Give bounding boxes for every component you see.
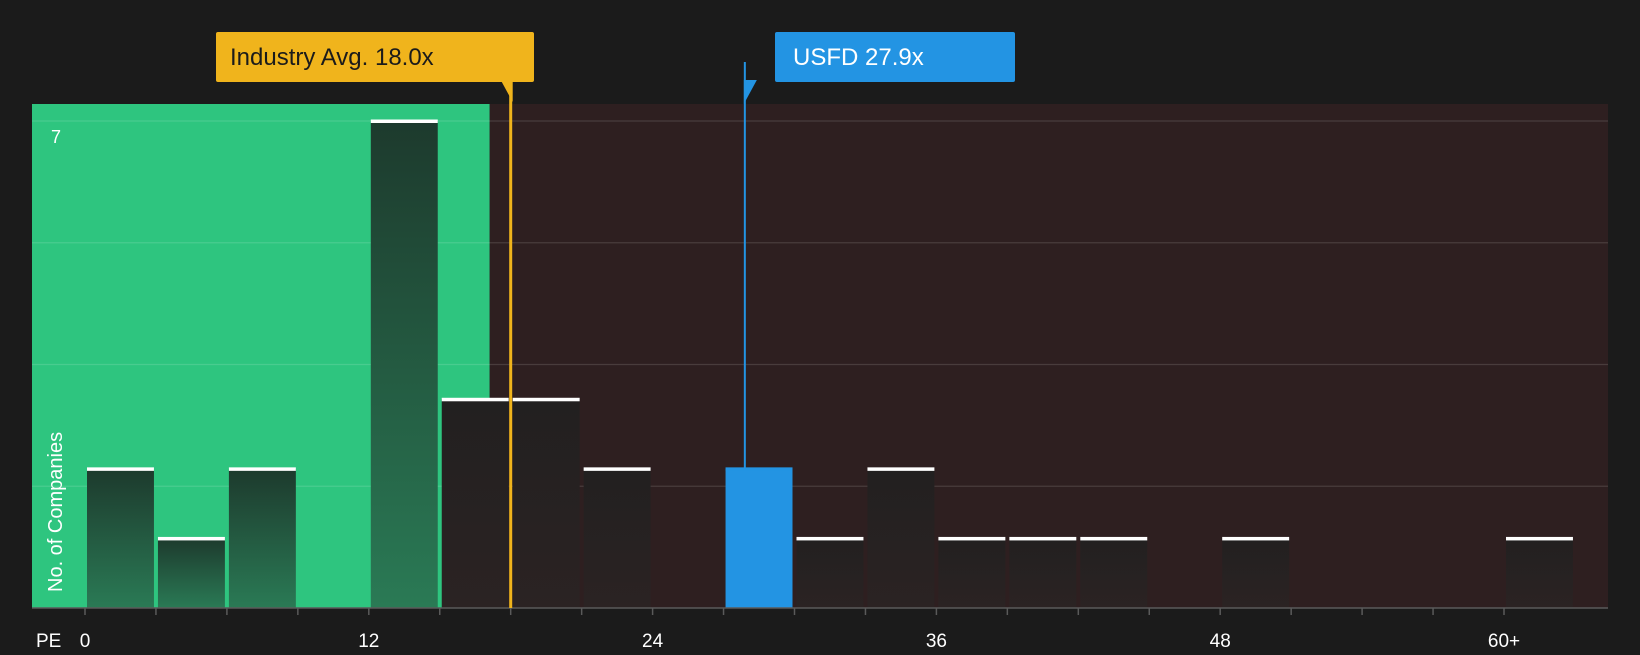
- histogram-bar: [228, 468, 296, 608]
- x-tick-label: 24: [642, 631, 664, 650]
- x-tick-label: 48: [1210, 631, 1231, 650]
- histogram-bar-cap: [1222, 536, 1290, 541]
- histogram-bar: [796, 538, 864, 608]
- x-tick-label: 0: [80, 631, 91, 650]
- histogram-bar: [1222, 538, 1290, 608]
- histogram-bar-cap: [1080, 536, 1148, 541]
- histogram-bar-cap: [725, 467, 793, 471]
- histogram-bar-cap: [370, 119, 438, 123]
- x-tick-label: 36: [926, 631, 947, 650]
- industry-avg-label: Industry Avg. 18.0x: [230, 44, 434, 71]
- histogram-bar-cap: [867, 467, 935, 471]
- y-axis-label: No. of Companies: [45, 432, 67, 592]
- histogram-bar: [1009, 538, 1077, 608]
- histogram-bar-cap: [441, 397, 509, 402]
- histogram-bar: [512, 399, 580, 608]
- histogram-bar-cap: [1009, 536, 1077, 541]
- histogram-bar-cap: [87, 467, 154, 471]
- x-tick-label: 12: [358, 631, 379, 650]
- pe-distribution-chart: 0 12 24 36 48 60+ No. of Companies 7 PE Indus…: [0, 0, 1640, 652]
- histogram-bar-cap: [157, 536, 225, 541]
- histogram-bar: [157, 538, 225, 608]
- histogram-bar-cap: [583, 467, 651, 471]
- above-average-region: [489, 104, 1609, 608]
- y-tick-label-max: 7: [51, 127, 61, 147]
- histogram-bar: [1506, 538, 1573, 608]
- histogram-bar-cap: [1506, 536, 1573, 541]
- histogram-bar-cap: [512, 397, 580, 402]
- histogram-bar: [867, 468, 935, 608]
- histogram-bar: [725, 468, 793, 608]
- x-tick-label: 60+: [1488, 631, 1520, 650]
- histogram-bar: [441, 399, 509, 608]
- histogram-bar: [370, 121, 438, 608]
- histogram-bar-cap: [796, 536, 864, 541]
- company-label: USFD 27.9x: [793, 44, 924, 71]
- histogram-bar-cap: [228, 467, 296, 471]
- histogram-bar: [87, 468, 154, 608]
- histogram-bar: [583, 468, 651, 608]
- x-axis-label: PE: [36, 631, 61, 650]
- histogram-bar: [938, 538, 1006, 608]
- histogram-bar: [1080, 538, 1148, 608]
- chart-svg: 0 12 24 36 48 60+ No. of Companies 7 PE Indus…: [0, 0, 1640, 652]
- histogram-bar-cap: [938, 536, 1006, 541]
